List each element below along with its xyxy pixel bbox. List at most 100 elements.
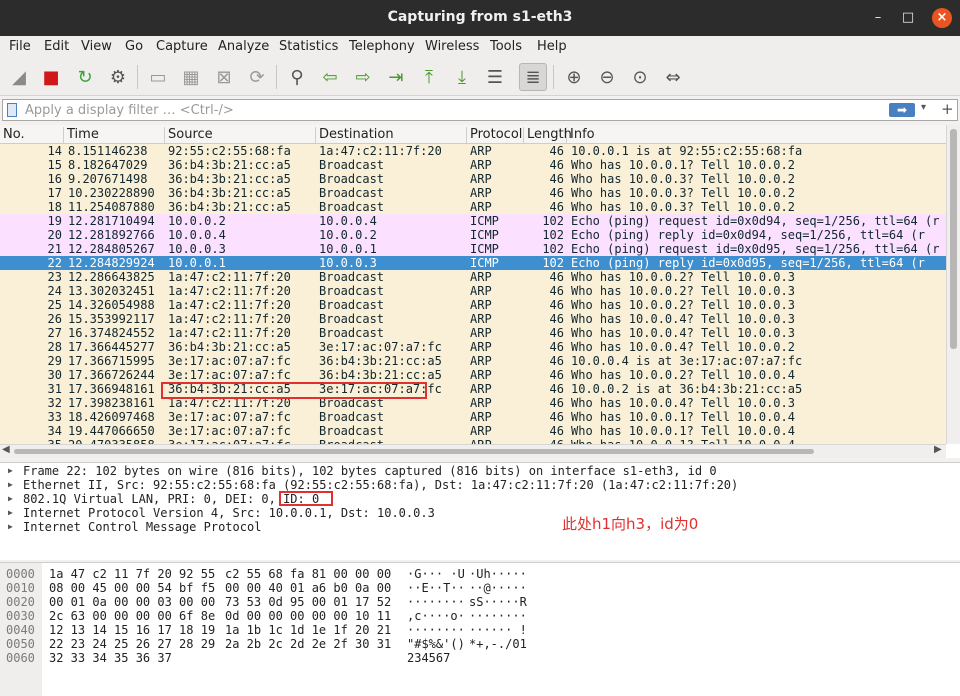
menu-tools[interactable]: Tools (490, 39, 522, 54)
go-to-packet-icon[interactable]: ⇥ (382, 63, 410, 91)
open-file-icon[interactable]: ▭ (144, 63, 172, 91)
menu-capture[interactable]: Capture (156, 39, 208, 54)
packet-length: 46 (549, 284, 564, 298)
detail-tree-item[interactable]: ▶ Ethernet II, Src: 92:55:c2:55:68:fa (92… (0, 478, 960, 492)
restart-capture-icon[interactable]: ↻ (71, 63, 99, 91)
packet-row[interactable]: 26 15.353992117 1a:47:c2:11:7f:20 Broadcast… (0, 312, 946, 326)
column-header-source[interactable]: Source (165, 127, 316, 145)
packet-destination: 10.0.0.2 (319, 228, 377, 242)
add-filter-button[interactable]: + (941, 100, 954, 118)
column-header-destination[interactable]: Destination (316, 127, 467, 145)
display-filter-bar[interactable]: Apply a display filter … <Ctrl-/> ➡ ▾ + (2, 99, 958, 121)
go-last-packet-icon[interactable]: ⤓ (448, 63, 476, 91)
packet-row[interactable]: 33 18.426097468 3e:17:ac:07:a7:fc Broadcast… (0, 410, 946, 424)
packet-row[interactable]: 25 14.326054988 1a:47:c2:11:7f:20 Broadcast… (0, 298, 946, 312)
scrollbar-thumb[interactable] (14, 449, 814, 454)
packet-info: Echo (ping) request id=0x0d94, seq=1/256… (571, 214, 940, 228)
packet-list: No. Time Source Destination Protocol Len… (0, 125, 960, 458)
display-filter-input[interactable]: Apply a display filter … <Ctrl-/> (25, 103, 234, 118)
zoom-in-icon[interactable]: ⊕ (560, 63, 588, 91)
packet-no: 31 (47, 382, 62, 396)
menu-view[interactable]: View (81, 39, 112, 54)
expand-arrow-icon[interactable]: ▶ (8, 478, 13, 492)
packet-row[interactable]: 27 16.374824552 1a:47:c2:11:7f:20 Broadcast… (0, 326, 946, 340)
auto-scroll-icon[interactable]: ☰ (481, 63, 509, 91)
zoom-out-icon[interactable]: ⊖ (593, 63, 621, 91)
packet-row[interactable]: 18 11.254087880 36:b4:3b:21:cc:a5 Broadcast… (0, 200, 946, 214)
menu-help[interactable]: Help (537, 39, 567, 54)
colorize-icon[interactable]: ≣ (519, 63, 547, 91)
menu-go[interactable]: Go (125, 39, 143, 54)
packet-row[interactable]: 23 12.286643825 1a:47:c2:11:7f:20 Broadcast… (0, 270, 946, 284)
go-first-packet-icon[interactable]: ⤒ (415, 63, 443, 91)
packet-list-vertical-scrollbar[interactable] (946, 125, 960, 444)
scroll-left-icon[interactable]: ◀ (2, 444, 10, 455)
packet-row[interactable]: 14 8.151146238 92:55:c2:55:68:fa 1a:47:c2:1… (0, 144, 946, 158)
packet-destination: Broadcast (319, 312, 385, 326)
packet-row[interactable]: 32 17.398238161 1a:47:c2:11:7f:20 Broadcast… (0, 396, 946, 410)
packet-row[interactable]: 21 12.284805267 10.0.0.3 10.0.0.1 ICMP 102 Ech… (0, 242, 946, 256)
resize-columns-icon[interactable]: ⇔ (659, 63, 687, 91)
packet-row[interactable]: 20 12.281892766 10.0.0.4 10.0.0.2 ICMP 102 Ech… (0, 228, 946, 242)
packet-row[interactable]: 16 9.207671498 36:b4:3b:21:cc:a5 Broadcast A… (0, 172, 946, 186)
packet-list-horizontal-scrollbar[interactable]: ◀ ▶ (0, 444, 946, 458)
stop-capture-icon[interactable]: ■ (37, 63, 65, 91)
packet-row[interactable]: 24 13.302032451 1a:47:c2:11:7f:20 Broadcast… (0, 284, 946, 298)
save-file-icon[interactable]: ▦ (177, 63, 205, 91)
zoom-normal-icon[interactable]: ⊙ (626, 63, 654, 91)
expand-arrow-icon[interactable]: ▶ (8, 506, 13, 520)
packet-row[interactable]: 15 8.182647029 36:b4:3b:21:cc:a5 Broadcast A… (0, 158, 946, 172)
packet-info: Who has 10.0.0.4? Tell 10.0.0.3 (571, 396, 795, 410)
apply-filter-arrow-icon[interactable]: ➡ (889, 103, 915, 117)
close-icon[interactable]: × (932, 8, 952, 28)
scrollbar-thumb[interactable] (950, 129, 957, 349)
find-packet-icon[interactable]: ⚲ (283, 63, 311, 91)
hex-bytes: 2c 63 00 00 00 00 6f 8e (49, 609, 216, 623)
packet-row[interactable]: 31 17.366948161 36:b4:3b:21:cc:a5 3e:17:ac:… (0, 382, 946, 396)
packet-row[interactable]: 29 17.366715995 3e:17:ac:07:a7:fc 36:b4:3b:… (0, 354, 946, 368)
chevron-down-icon[interactable]: ▾ (921, 102, 926, 113)
packet-row[interactable]: 28 17.366445277 36:b4:3b:21:cc:a5 3e:17:ac:… (0, 340, 946, 354)
maximize-icon[interactable]: □ (898, 8, 918, 28)
menu-edit[interactable]: Edit (44, 39, 69, 54)
column-header-protocol[interactable]: Protocol (467, 127, 524, 145)
column-header-length[interactable]: Length (524, 127, 572, 145)
go-back-icon[interactable]: ⇦ (316, 63, 344, 91)
bookmark-icon[interactable] (7, 103, 17, 117)
packet-info: Who has 10.0.0.2? Tell 10.0.0.3 (571, 270, 795, 284)
expand-arrow-icon[interactable]: ▶ (8, 464, 13, 478)
packet-length: 46 (549, 424, 564, 438)
packet-info: Who has 10.0.0.1? Tell 10.0.0.4 (571, 410, 795, 424)
scroll-right-icon[interactable]: ▶ (934, 444, 942, 455)
menu-telephony[interactable]: Telephony (349, 39, 415, 54)
column-header-info[interactable]: Info (567, 127, 946, 145)
detail-tree-item[interactable]: ▶ 802.1Q Virtual LAN, PRI: 0, DEI: 0, ID:… (0, 492, 960, 506)
menu-statistics[interactable]: Statistics (279, 39, 338, 54)
reload-file-icon[interactable]: ⟳ (243, 63, 271, 91)
packet-source: 1a:47:c2:11:7f:20 (168, 298, 291, 312)
packet-row[interactable]: 30 17.366726244 3e:17:ac:07:a7:fc 36:b4:3b:… (0, 368, 946, 382)
minimize-icon[interactable]: – (868, 8, 888, 28)
detail-tree-item[interactable]: ▶ Internet Control Message Protocol (0, 520, 960, 534)
packet-time: 12.281892766 (68, 228, 155, 242)
packet-length: 46 (549, 368, 564, 382)
go-forward-icon[interactable]: ⇨ (349, 63, 377, 91)
packet-row[interactable]: 34 19.447066650 3e:17:ac:07:a7:fc Broadcast… (0, 424, 946, 438)
detail-tree-label: 802.1Q Virtual LAN, PRI: 0, DEI: 0, ID: … (23, 492, 320, 506)
capture-options-gear-icon[interactable]: ⚙ (104, 63, 132, 91)
column-header-time[interactable]: Time (64, 127, 165, 145)
expand-arrow-icon[interactable]: ▶ (8, 492, 13, 506)
menu-file[interactable]: File (9, 39, 31, 54)
shark-fin-start-icon[interactable]: ◢ (5, 63, 33, 91)
packet-row[interactable]: 19 12.281710494 10.0.0.2 10.0.0.4 ICMP 102 Ech… (0, 214, 946, 228)
expand-arrow-icon[interactable]: ▶ (8, 520, 13, 534)
packet-row[interactable]: 17 10.230228890 36:b4:3b:21:cc:a5 Broadcast… (0, 186, 946, 200)
column-header-no[interactable]: No. (0, 127, 64, 145)
close-file-icon[interactable]: ⊠ (210, 63, 238, 91)
detail-tree-item[interactable]: ▶ Internet Protocol Version 4, Src: 10.0.… (0, 506, 960, 520)
packet-source: 1a:47:c2:11:7f:20 (168, 326, 291, 340)
detail-tree-item[interactable]: ▶ Frame 22: 102 bytes on wire (816 bits),… (0, 464, 960, 478)
menu-analyze[interactable]: Analyze (218, 39, 269, 54)
menu-wireless[interactable]: Wireless (425, 39, 479, 54)
packet-row[interactable]: 22 12.284829924 10.0.0.1 10.0.0.3 ICMP 102 Ech… (0, 256, 946, 270)
